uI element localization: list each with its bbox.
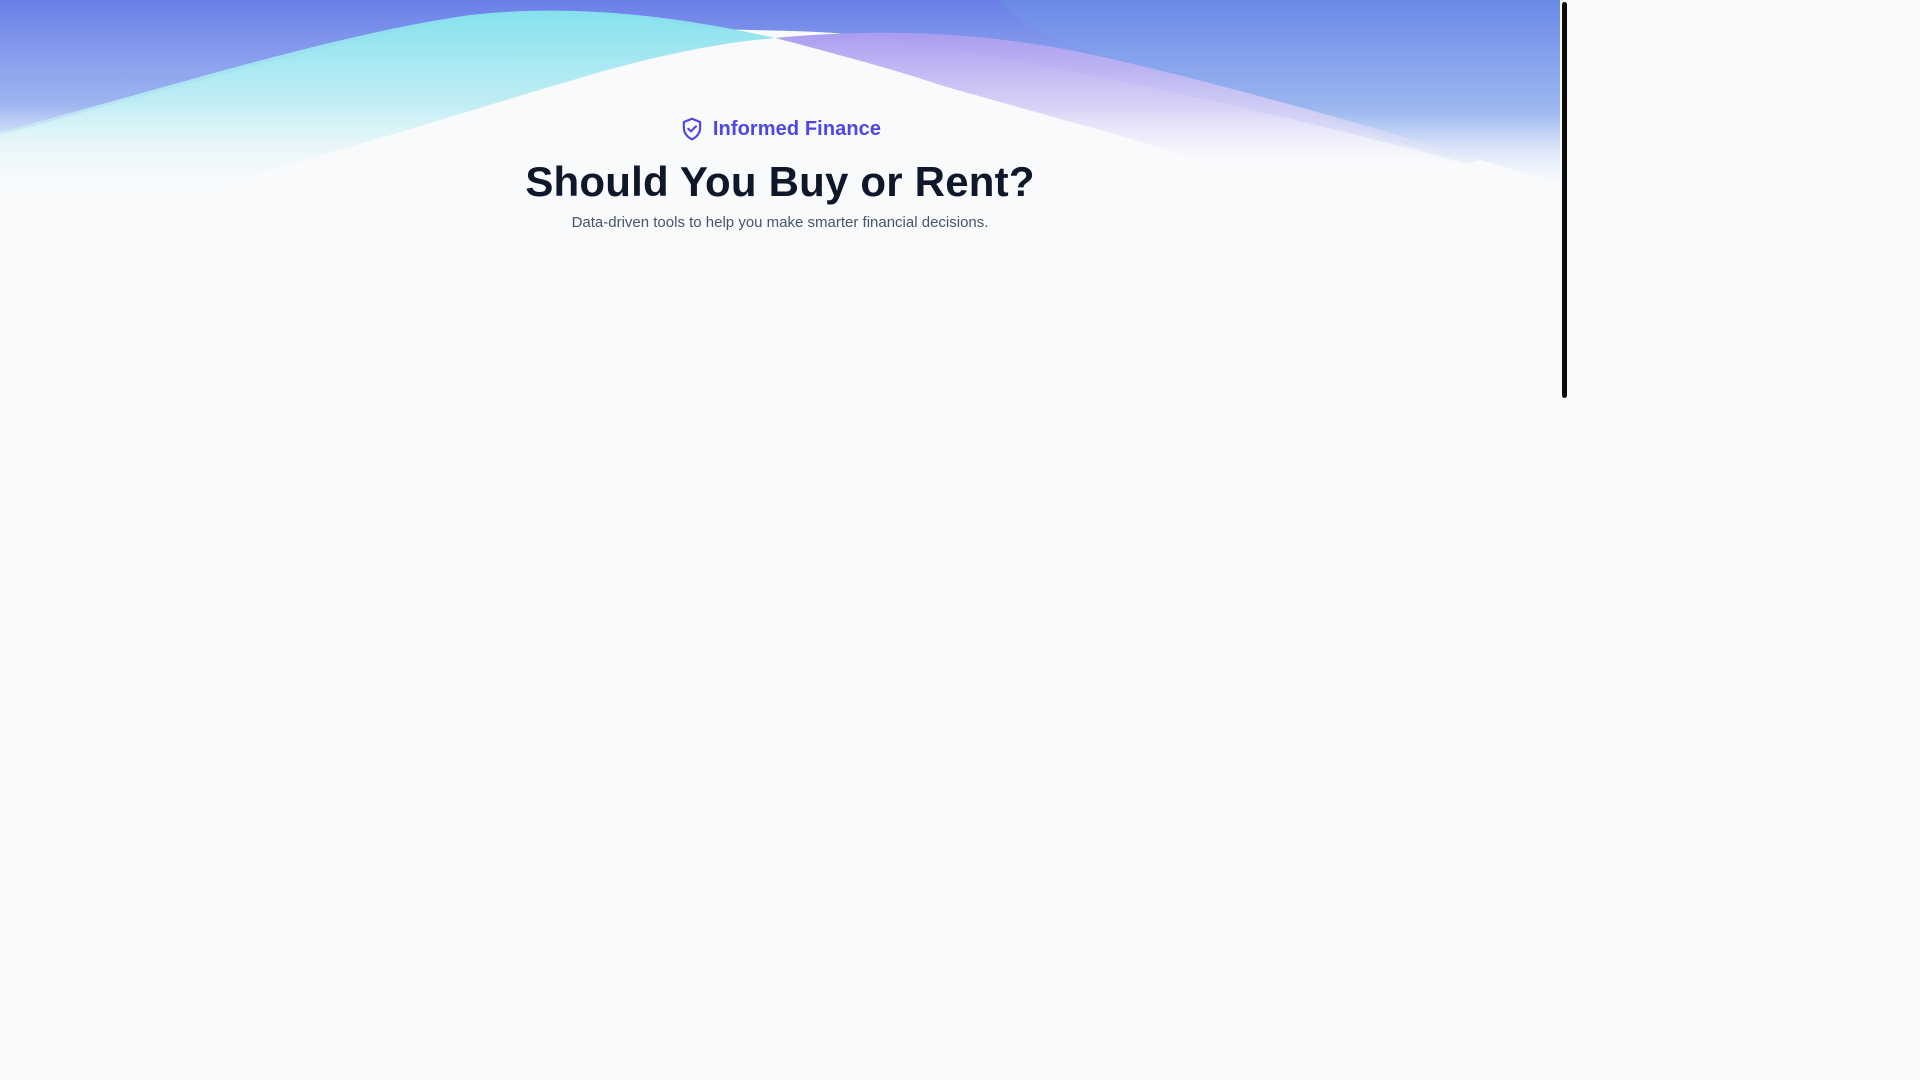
- vertical-scrollbar[interactable]: [1560, 0, 1568, 882]
- brand-logo[interactable]: Informed Finance: [0, 116, 1560, 142]
- shield-check-icon: [679, 116, 705, 142]
- scrollbar-thumb[interactable]: [1562, 2, 1567, 398]
- brand-name: Informed Finance: [712, 117, 882, 140]
- page-title: Should You Buy or Rent?: [525, 158, 1035, 205]
- page-subtitle: Data-driven tools to help you make smart…: [571, 214, 989, 231]
- page: Informed Finance Should You Buy or Rent?…: [0, 0, 1568, 882]
